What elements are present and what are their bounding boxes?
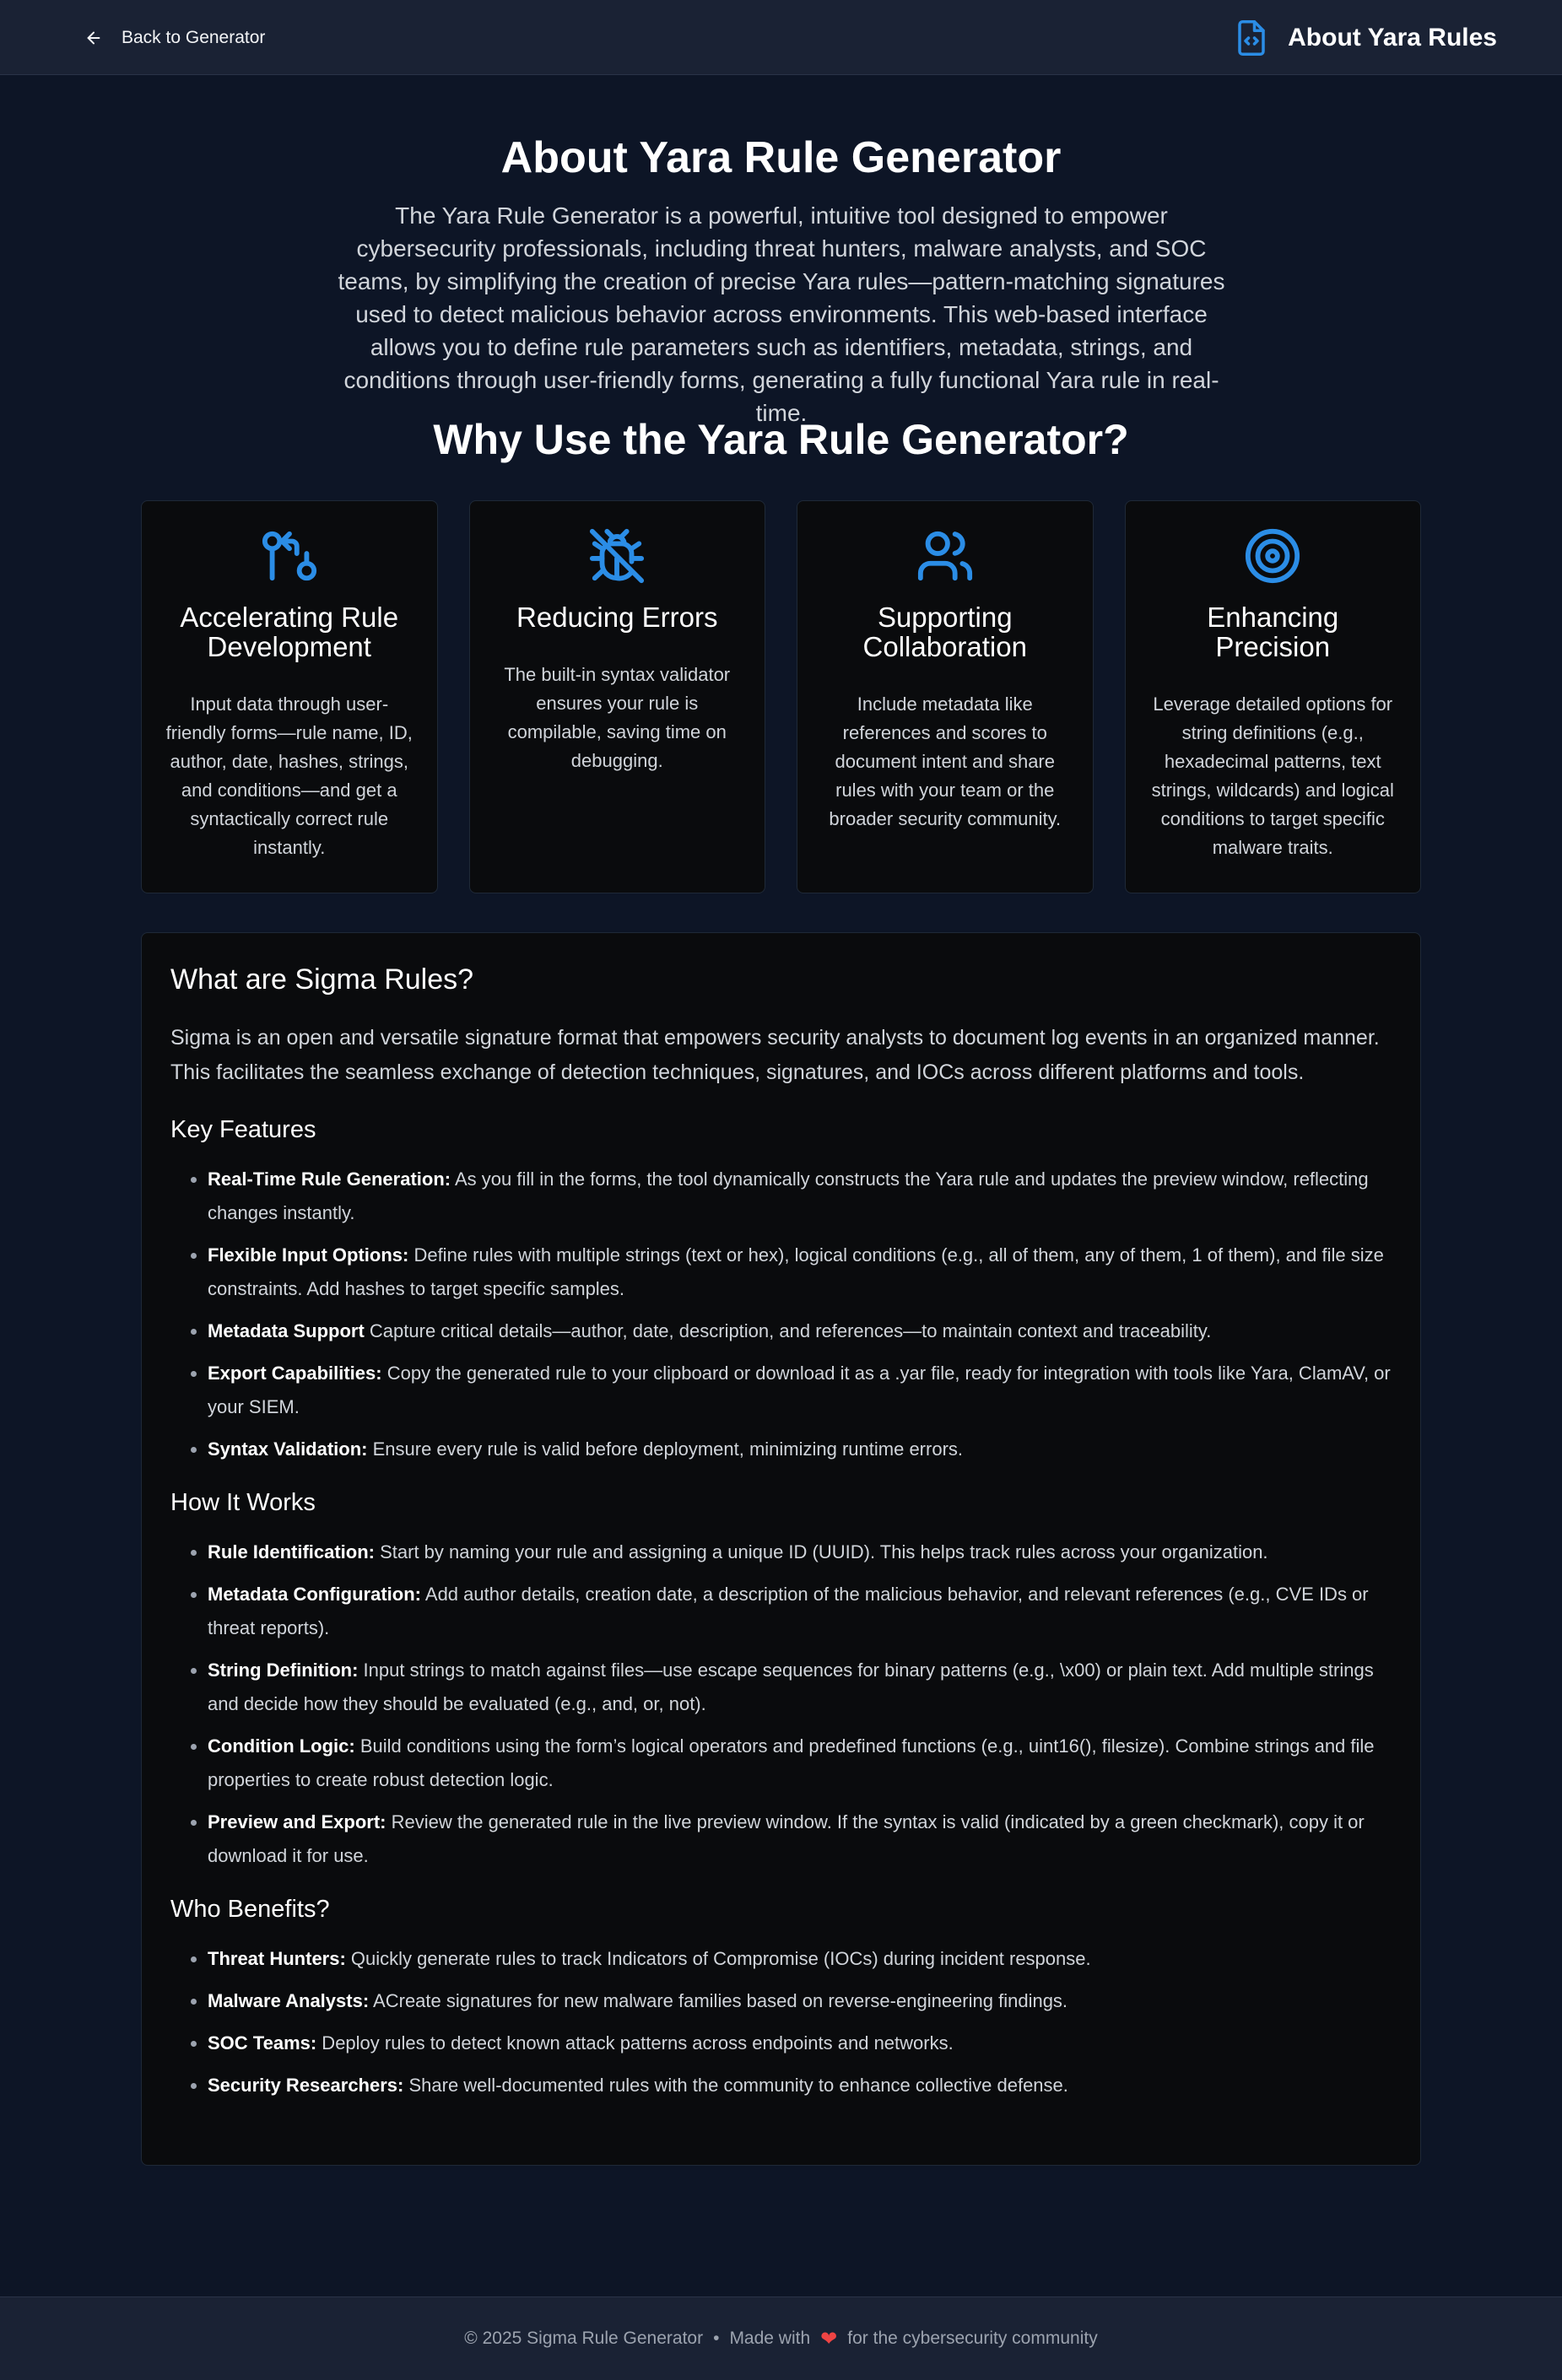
section-title-how-it-works: How It Works — [170, 1489, 316, 1516]
list-item: Rule Identification: Start by naming you… — [208, 1535, 1392, 1569]
item-text: Quickly generate rules to track Indicato… — [345, 1948, 1091, 1969]
feature-card-reducing-errors: Reducing Errors The built-in syntax vali… — [468, 500, 765, 893]
item-text: Deploy rules to detect known attack patt… — [316, 2032, 954, 2053]
feature-card-precision: Enhancing Precision Leverage detailed op… — [1124, 500, 1421, 893]
item-label: Real-Time Rule Generation: — [208, 1168, 451, 1190]
bug-off-icon — [590, 528, 645, 584]
key-features-list: Real-Time Rule Generation: As you fill i… — [170, 1163, 1392, 1466]
item-text: ACreate signatures for new malware famil… — [369, 1990, 1068, 2011]
item-text: Copy the generated rule to your clipboar… — [208, 1363, 1391, 1417]
git-compare-icon — [262, 531, 316, 581]
card-title: Enhancing Precision — [1207, 602, 1339, 662]
footer-separator: • — [713, 2329, 720, 2348]
target-icon — [1246, 528, 1300, 584]
item-label: Metadata Configuration: — [208, 1584, 421, 1605]
footer: © 2025 Sigma Rule Generator • Made with … — [0, 2296, 1562, 2380]
card-title: Supporting Collaboration — [862, 602, 1027, 662]
item-text: Share well-documented rules with the com… — [403, 2075, 1068, 2096]
section-title-key-features: Key Features — [170, 1116, 316, 1143]
back-link-label: Back to Generator — [122, 28, 266, 47]
users-icon — [917, 531, 972, 581]
list-item: Export Capabilities: Copy the generated … — [208, 1357, 1392, 1424]
item-text: Capture critical details—author, date, d… — [364, 1320, 1212, 1341]
sigma-intro: Sigma is an open and versatile signature… — [170, 1026, 1380, 1084]
list-item: SOC Teams: Deploy rules to detect known … — [208, 2027, 1392, 2060]
card-text: Include metadata like references and sco… — [829, 693, 1062, 829]
page-title: About Yara Rule Generator — [500, 133, 1062, 182]
item-label: Metadata Support — [208, 1320, 365, 1341]
item-text: Ensure every rule is valid before deploy… — [367, 1438, 964, 1460]
top-navbar: Back to Generator About Yara Rules — [0, 0, 1562, 75]
back-to-generator-link[interactable]: Back to Generator — [84, 24, 265, 52]
card-title: Accelerating Rule Development — [180, 602, 399, 662]
item-text: Start by naming your rule and assigning … — [375, 1541, 1268, 1562]
card-text: Leverage detailed options for string def… — [1151, 693, 1394, 858]
why-section-title: Why Use the Yara Rule Generator? — [433, 416, 1129, 463]
card-title: Reducing Errors — [516, 602, 718, 633]
item-label: Malware Analysts: — [208, 1990, 370, 2011]
item-label: Syntax Validation: — [208, 1438, 368, 1460]
list-item: Condition Logic: Build conditions using … — [208, 1730, 1392, 1797]
item-label: Condition Logic: — [208, 1735, 355, 1757]
file-code-icon — [1238, 20, 1265, 56]
list-item: String Definition: Input strings to matc… — [208, 1654, 1392, 1721]
item-text: Build conditions using the form’s logica… — [208, 1735, 1375, 1790]
list-item: Real-Time Rule Generation: As you fill i… — [208, 1163, 1392, 1230]
card-text: The built-in syntax validator ensures yo… — [504, 664, 731, 771]
item-label: Security Researchers: — [208, 2075, 404, 2096]
item-label: SOC Teams: — [208, 2032, 317, 2053]
footer-copyright: © 2025 Sigma Rule Generator — [464, 2329, 704, 2348]
heart-icon: ❤ — [820, 2327, 838, 2350]
list-item: Syntax Validation: Ensure every rule is … — [208, 1433, 1392, 1466]
item-label: Flexible Input Options: — [208, 1244, 409, 1266]
feature-card-collaboration: Supporting Collaboration Include metadat… — [797, 500, 1094, 893]
item-label: Rule Identification: — [208, 1541, 375, 1562]
list-item: Flexible Input Options: Define rules wit… — [208, 1239, 1392, 1306]
item-label: String Definition: — [208, 1660, 359, 1681]
card-text: Input data through user-friendly forms—r… — [165, 693, 413, 858]
feature-cards: Accelerating Rule Development Input data… — [141, 500, 1421, 893]
brand: About Yara Rules — [1234, 17, 1497, 59]
list-item: Metadata Support Capture critical detail… — [208, 1314, 1392, 1348]
list-item: Preview and Export: Review the generated… — [208, 1805, 1392, 1873]
list-item: Threat Hunters: Quickly generate rules t… — [208, 1942, 1392, 1976]
hero-description: The Yara Rule Generator is a powerful, i… — [338, 202, 1225, 426]
footer-suffix: for the cybersecurity community — [847, 2329, 1098, 2348]
item-label: Preview and Export: — [208, 1811, 386, 1832]
section-title-who-benefits: Who Benefits? — [170, 1896, 330, 1923]
list-item: Metadata Configuration: Add author detai… — [208, 1578, 1392, 1645]
page-heading-brand: About Yara Rules — [1288, 24, 1497, 51]
item-label: Threat Hunters: — [208, 1948, 346, 1969]
arrow-left-icon — [87, 31, 100, 45]
item-text: Input strings to match against files—use… — [208, 1660, 1374, 1714]
feature-card-accelerating: Accelerating Rule Development Input data… — [141, 500, 438, 893]
item-label: Export Capabilities: — [208, 1363, 382, 1384]
list-item: Security Researchers: Share well-documen… — [208, 2069, 1392, 2102]
how-it-works-list: Rule Identification: Start by naming you… — [170, 1535, 1392, 1873]
sigma-info-panel: What are Sigma Rules? Sigma is an open a… — [141, 932, 1421, 2166]
who-benefits-list: Threat Hunters: Quickly generate rules t… — [170, 1942, 1392, 2102]
list-item: Malware Analysts: ACreate signatures for… — [208, 1984, 1392, 2018]
sigma-panel-title: What are Sigma Rules? — [170, 963, 474, 996]
footer-made-with: Made with — [729, 2329, 811, 2348]
